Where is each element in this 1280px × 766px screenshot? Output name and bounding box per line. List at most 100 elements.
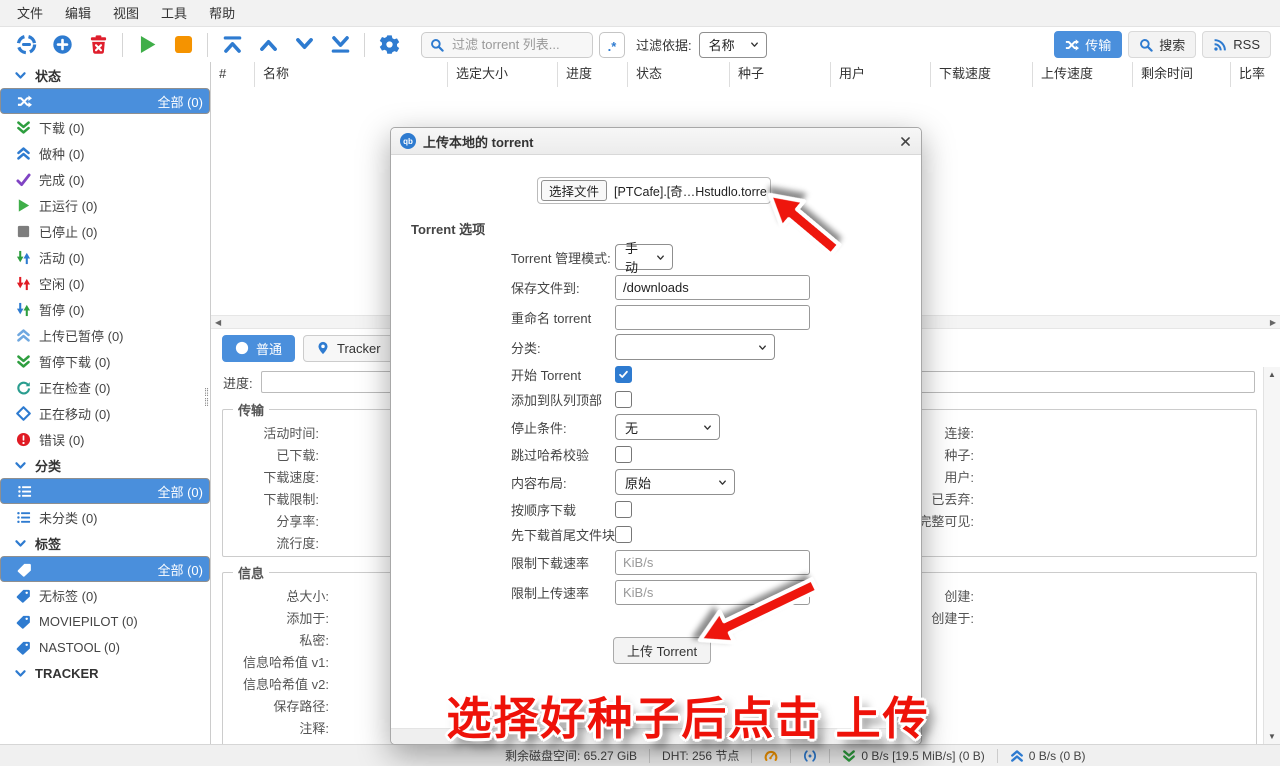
sidebar-item[interactable]: 未分类 (0): [0, 504, 210, 530]
sidebar-item[interactable]: 上传已暂停 (0): [0, 322, 210, 348]
alt-speed-toggle[interactable]: [764, 749, 778, 763]
form-input[interactable]: [615, 580, 810, 605]
column-header-9[interactable]: 剩余时间: [1133, 62, 1231, 87]
column-header-0[interactable]: #: [211, 62, 255, 87]
form-row: Torrent 管理模式:手动: [391, 244, 921, 270]
scroll-right-icon[interactable]: ▶: [1270, 318, 1276, 327]
sidebar-header[interactable]: 标签: [0, 530, 210, 556]
form-input[interactable]: [615, 305, 810, 330]
trash-button[interactable]: [83, 30, 113, 60]
torrent-filter-searchbox[interactable]: [421, 32, 593, 58]
form-select[interactable]: 原始: [615, 469, 735, 495]
sidebar-header[interactable]: TRACKER: [0, 660, 210, 686]
nav-button-rss[interactable]: RSS: [1202, 31, 1271, 58]
sidebar-item[interactable]: 完成 (0): [0, 166, 210, 192]
sidebar-header[interactable]: 状态: [0, 62, 210, 88]
select-arrow-icon: [702, 422, 713, 433]
form-checkbox[interactable]: [615, 366, 632, 383]
form-row: 停止条件:无: [391, 414, 921, 440]
sidebar-header-label: TRACKER: [35, 666, 99, 681]
file-input[interactable]: 选择文件 [PTCafe].[奇…Hstudlo.torrent: [537, 177, 771, 204]
menu-item-1[interactable]: 编辑: [54, 1, 102, 26]
sidebar-item[interactable]: 暂停下载 (0): [0, 348, 210, 374]
sidebar-item-label: 全部 (0): [157, 92, 203, 111]
form-checkbox[interactable]: [615, 526, 632, 543]
torrent-filter-input[interactable]: [450, 36, 584, 53]
form-input[interactable]: [615, 550, 810, 575]
move-bottom-button[interactable]: [325, 30, 355, 60]
column-header-2[interactable]: 选定大小: [448, 62, 558, 87]
sidebar-item[interactable]: 正运行 (0): [0, 192, 210, 218]
menu-item-3[interactable]: 工具: [150, 1, 198, 26]
form-select[interactable]: 无: [615, 414, 720, 440]
sidebar-item[interactable]: MOVIEPILOT (0): [0, 608, 210, 634]
sidebar-item[interactable]: 已停止 (0): [0, 218, 210, 244]
play-button[interactable]: [132, 30, 162, 60]
dialog-footer: [391, 728, 921, 744]
sidebar-header[interactable]: 分类: [0, 452, 210, 478]
form-checkbox[interactable]: [615, 446, 632, 463]
scroll-left-icon[interactable]: ◀: [215, 318, 221, 327]
column-header-3[interactable]: 进度: [558, 62, 628, 87]
sidebar-item[interactable]: 错误 (0): [0, 426, 210, 452]
sidebar-item[interactable]: 活动 (0): [0, 244, 210, 270]
gear-button[interactable]: [374, 30, 404, 60]
column-header-7[interactable]: 下载速度: [931, 62, 1033, 87]
scroll-down-icon[interactable]: ▼: [1268, 732, 1276, 741]
menu-item-0[interactable]: 文件: [6, 1, 54, 26]
column-header-1[interactable]: 名称: [255, 62, 448, 87]
connection-status[interactable]: [803, 749, 817, 763]
form-checkbox[interactable]: [615, 501, 632, 518]
column-header-6[interactable]: 用户: [831, 62, 931, 87]
sidebar-splitter-handle[interactable]: ⁞⁞⁞⁞: [204, 388, 208, 408]
dialog-close-button[interactable]: [899, 135, 912, 148]
sidebar: 状态全部 (0) 下载 (0)做种 (0)完成 (0)正运行 (0)已停止 (0)…: [0, 62, 211, 744]
play-icon: [137, 34, 158, 55]
column-header-4[interactable]: 状态: [628, 62, 730, 87]
add-circle-button[interactable]: [47, 30, 77, 60]
field-label: 已下载:: [227, 445, 319, 467]
form-checkbox[interactable]: [615, 391, 632, 408]
form-label: 重命名 torrent: [511, 308, 615, 327]
choose-file-button[interactable]: 选择文件: [541, 180, 607, 201]
form-input[interactable]: [615, 275, 810, 300]
column-header-8[interactable]: 上传速度: [1033, 62, 1133, 87]
updown-blue-green-icon: [16, 302, 31, 317]
detail-tab-0[interactable]: 普通: [222, 335, 295, 362]
nav-button-shuffle[interactable]: 传输: [1054, 31, 1122, 58]
sidebar-item[interactable]: 正在移动 (0): [0, 400, 210, 426]
move-up-button[interactable]: [253, 30, 283, 60]
sidebar-item[interactable]: 暂停 (0): [0, 296, 210, 322]
sidebar-item[interactable]: 做种 (0): [0, 140, 210, 166]
column-header-5[interactable]: 种子: [730, 62, 831, 87]
sidebar-item[interactable]: NASTOOL (0): [0, 634, 210, 660]
vertical-scrollbar[interactable]: ▲ ▼: [1263, 367, 1280, 744]
chevron-down-icon: [14, 69, 27, 82]
sidebar-item[interactable]: 全部 (0): [0, 88, 210, 114]
select-value: 手动: [625, 238, 649, 276]
menu-item-2[interactable]: 视图: [102, 1, 150, 26]
sidebar-item[interactable]: 全部 (0): [0, 478, 210, 504]
nav-button-search[interactable]: 搜索: [1128, 31, 1196, 58]
sidebar-item[interactable]: 空闲 (0): [0, 270, 210, 296]
sidebar-item[interactable]: 正在检查 (0): [0, 374, 210, 400]
menu-item-4[interactable]: 帮助: [198, 1, 246, 26]
dialog-titlebar[interactable]: qb 上传本地的 torrent: [391, 128, 921, 155]
move-down-button[interactable]: [289, 30, 319, 60]
detail-tab-1[interactable]: Tracker: [303, 335, 394, 362]
upload-torrent-button[interactable]: 上传 Torrent: [613, 637, 711, 664]
stop-button[interactable]: [168, 30, 198, 60]
sidebar-item[interactable]: 下载 (0): [0, 114, 210, 140]
sidebar-item[interactable]: 无标签 (0): [0, 582, 210, 608]
form-row: 分类:: [391, 334, 921, 360]
scroll-up-icon[interactable]: ▲: [1268, 370, 1276, 379]
sidebar-item[interactable]: 全部 (0): [0, 556, 210, 582]
form-select[interactable]: [615, 334, 775, 360]
form-select[interactable]: 手动: [615, 244, 673, 270]
column-header-10[interactable]: 比率: [1231, 62, 1280, 87]
filter-by-select[interactable]: 名称: [699, 32, 767, 58]
regex-toggle-button[interactable]: .*: [599, 32, 625, 58]
select-value: 无: [625, 418, 638, 437]
link-button[interactable]: [11, 30, 41, 60]
move-top-button[interactable]: [217, 30, 247, 60]
